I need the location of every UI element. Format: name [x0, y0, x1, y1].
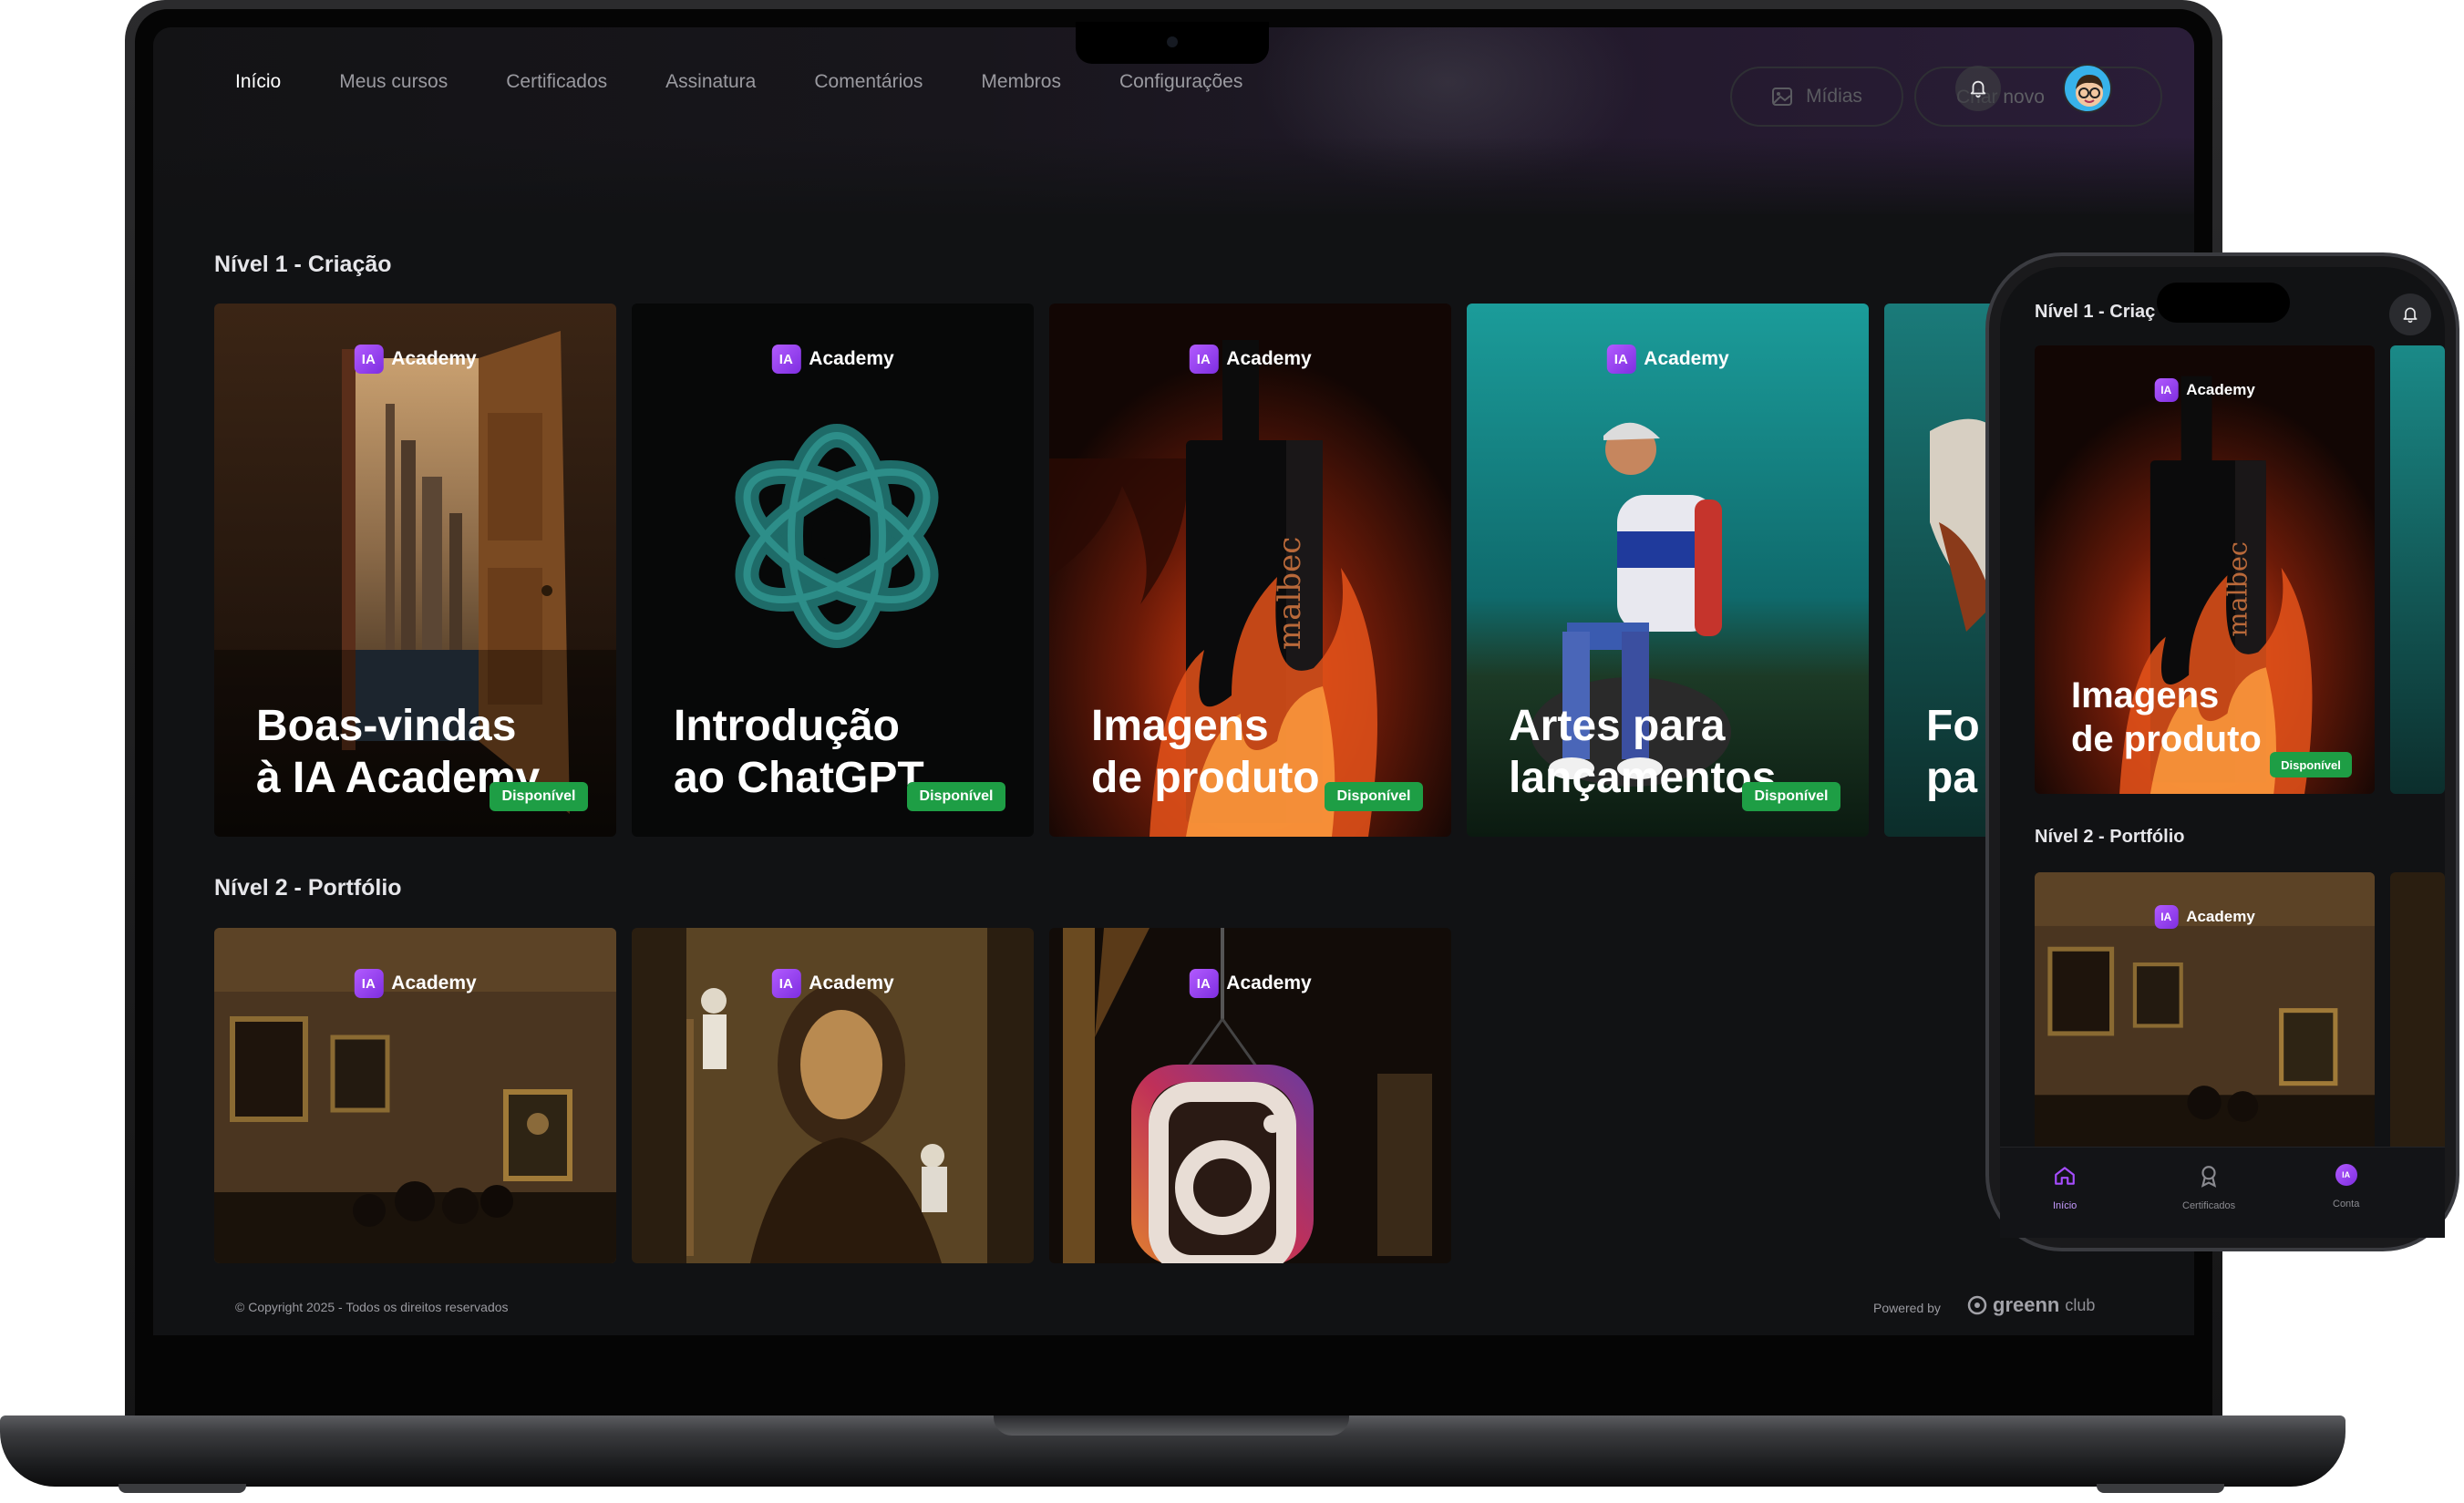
tab-certificados[interactable]: Certificados — [2182, 1164, 2235, 1211]
section-title-nivel-1: Nível 1 - Criação — [214, 252, 392, 277]
user-avatar[interactable] — [2063, 64, 2112, 113]
course-title: Imagens de produto — [1091, 702, 1320, 802]
ia-logo-icon: IA — [2154, 378, 2179, 402]
greenn-club-logo[interactable]: greenn club — [1967, 1293, 2095, 1317]
svg-text:malbec: malbec — [2222, 541, 2253, 636]
dynamic-island — [2157, 283, 2290, 323]
academy-logo: IA Academy — [771, 345, 894, 374]
footer-powered-by: Powered by — [1873, 1301, 1941, 1315]
account-icon: IA — [2335, 1164, 2357, 1186]
academy-logo-text: Academy — [1644, 348, 1729, 369]
phone-course-card-imagens-produto[interactable]: malbec IA Academy Imagens de produto Dis… — [2035, 345, 2375, 794]
nav-item-assinatura[interactable]: Assinatura — [665, 71, 756, 93]
academy-logo: IA Academy — [2154, 378, 2255, 402]
academy-logo: IA Academy — [771, 969, 894, 998]
tab-conta[interactable]: IA Conta — [2333, 1164, 2359, 1210]
status-badge: Disponível — [1742, 782, 1840, 811]
ia-logo-icon: IA — [1189, 969, 1219, 998]
notifications-button[interactable] — [1955, 66, 2001, 111]
status-badge: Disponível — [907, 782, 1005, 811]
academy-logo-text: Academy — [809, 973, 894, 993]
ia-logo-icon: IA — [771, 969, 801, 998]
bell-icon — [1970, 80, 1986, 98]
nav-item-membros[interactable]: Membros — [981, 71, 1061, 93]
academy-logo-text: Academy — [1226, 973, 1312, 993]
course-card-chatgpt[interactable]: IA Academy Introdução ao ChatGPT Disponí… — [632, 304, 1034, 837]
nav-item-inicio[interactable]: Início — [235, 71, 281, 93]
academy-logo-text: Academy — [391, 348, 477, 369]
svg-text:malbec: malbec — [1272, 537, 1308, 650]
award-icon — [2201, 1166, 2217, 1188]
phone-tab-bar: Início Certificados IA Conta — [2000, 1147, 2445, 1238]
greenn-logo-text: greenn — [1993, 1293, 2060, 1316]
ia-logo-icon: IA — [1606, 345, 1636, 374]
hero-fade — [153, 137, 2194, 219]
nav-item-comentarios[interactable]: Comentários — [814, 71, 923, 93]
media-button-label: Mídias — [1806, 86, 1862, 107]
tab-label: Certificados — [2182, 1200, 2236, 1211]
phone-screen: Nível 1 - Criaç malbec IA Academy Imagen… — [2000, 267, 2445, 1237]
laptop-hinge — [994, 1415, 1349, 1436]
home-icon — [2055, 1167, 2075, 1185]
phone-section-title-1: Nível 1 - Criaç — [2035, 302, 2156, 322]
academy-logo-text: Academy — [2186, 381, 2255, 398]
academy-logo: IA Academy — [354, 345, 477, 374]
greenn-logo-icon — [1967, 1295, 1987, 1315]
phone-course-card-museum[interactable]: IA Academy — [2035, 872, 2375, 1155]
tab-label: Início — [2053, 1200, 2077, 1211]
academy-logo-text: Academy — [809, 348, 894, 369]
club-logo-text: club — [2065, 1295, 2096, 1314]
course-card-imagens-produto[interactable]: malbec IA Academy Imagens de produto Dis… — [1049, 304, 1451, 837]
top-navigation: Início Meus cursos Certificados Assinatu… — [235, 71, 1301, 93]
academy-logo: IA Academy — [1606, 345, 1729, 374]
course-title: Introdução ao ChatGPT — [674, 702, 924, 802]
tab-label: Conta — [2333, 1199, 2360, 1210]
academy-logo-text: Academy — [2186, 908, 2255, 925]
section-title-nivel-2: Nível 2 - Portfólio — [214, 875, 402, 901]
phone-notifications-button[interactable] — [2389, 293, 2431, 335]
laptop-foot — [119, 1484, 246, 1493]
course-card-artes-lancamentos[interactable]: IA Academy Artes para lançamentos Dispon… — [1467, 304, 1869, 837]
bell-icon — [2403, 307, 2418, 324]
course-title: Imagens de produto — [2071, 675, 2262, 759]
course-title: Artes para lançamentos — [1509, 702, 1777, 802]
status-badge: Disponível — [2270, 752, 2352, 777]
academy-logo: IA Academy — [1189, 969, 1312, 998]
footer-copyright: © Copyright 2025 - Todos os direitos res… — [235, 1300, 509, 1314]
academy-logo-text: Academy — [1226, 348, 1312, 369]
academy-logo: IA Academy — [354, 969, 477, 998]
ia-logo-icon: IA — [354, 345, 384, 374]
camera-notch — [1076, 22, 1269, 64]
status-badge: Disponível — [1325, 782, 1423, 811]
status-badge: Disponível — [490, 782, 588, 811]
ia-logo-icon: IA — [354, 969, 384, 998]
phone-next-card-peek[interactable] — [2390, 345, 2445, 794]
laptop-foot — [2097, 1484, 2224, 1493]
course-title: Fo pa — [1926, 702, 1980, 802]
nav-item-meus-cursos[interactable]: Meus cursos — [339, 71, 448, 93]
academy-logo: IA Academy — [2154, 905, 2255, 929]
ia-logo-icon: IA — [2154, 905, 2179, 929]
academy-logo: IA Academy — [1189, 345, 1312, 374]
ia-logo-icon: IA — [771, 345, 801, 374]
image-icon — [1772, 88, 1793, 106]
course-card-museum-gallery[interactable]: IA Academy — [214, 928, 616, 1263]
create-new-button[interactable]: Criar novo — [1914, 67, 2162, 127]
academy-logo-text: Academy — [391, 973, 477, 993]
tab-inicio[interactable]: Início — [2053, 1164, 2077, 1211]
nav-item-certificados[interactable]: Certificados — [506, 71, 607, 93]
ia-logo-icon: IA — [1189, 345, 1219, 374]
course-card-instagram[interactable]: IA Academy — [1049, 928, 1451, 1263]
course-card-boas-vindas[interactable]: IA Academy Boas-vindas à IA Academy Disp… — [214, 304, 616, 837]
laptop-screen: Início Meus cursos Certificados Assinatu… — [153, 27, 2194, 1335]
nav-item-configuracoes[interactable]: Configurações — [1119, 71, 1242, 93]
media-button[interactable]: Mídias — [1730, 67, 1903, 127]
camera-icon — [1167, 36, 1178, 47]
phone-next-card-peek-2[interactable] — [2390, 872, 2445, 1155]
course-card-mona-lisa[interactable]: IA Academy — [632, 928, 1034, 1263]
phone-section-title-2: Nível 2 - Portfólio — [2035, 827, 2185, 847]
